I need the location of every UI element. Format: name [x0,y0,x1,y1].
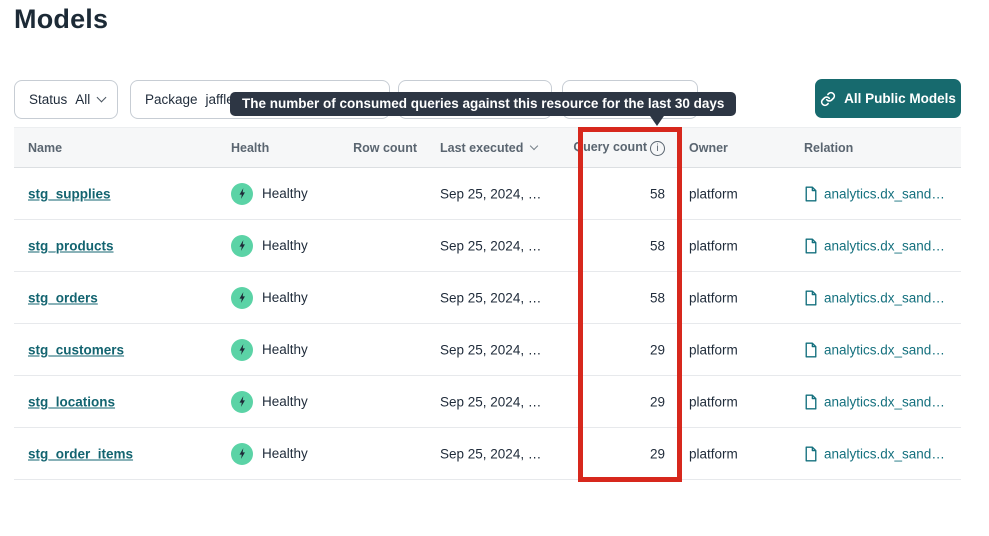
query-count-cell: 58 [554,238,665,253]
health-status-label: Healthy [262,290,308,305]
models-table: Name Health Row count Last executed Quer… [14,127,961,480]
model-name-link[interactable]: stg_order_items [28,446,133,461]
healthy-bolt-badge-icon [231,235,253,257]
query-count-cell: 58 [554,186,665,201]
health-status-label: Healthy [262,186,308,201]
package-filter-label: Package [145,92,198,107]
healthy-bolt-badge-icon [231,183,253,205]
sort-chevron-icon [530,142,538,150]
all-public-models-label: All Public Models [844,91,956,106]
model-name-link[interactable]: stg_locations [28,394,115,409]
health-cell: Healthy [231,443,351,465]
relation-label: analytics.dx_sand… [824,238,945,253]
all-public-models-button[interactable]: All Public Models [815,79,961,118]
healthy-bolt-badge-icon [231,443,253,465]
model-name-link[interactable]: stg_customers [28,342,124,357]
column-header-query-count: Query counti [554,140,665,156]
query-count-cell: 29 [554,394,665,409]
healthy-bolt-badge-icon [231,339,253,361]
owner-cell: platform [689,342,799,357]
document-icon [804,238,818,253]
health-status-label: Healthy [262,238,308,253]
chevron-down-icon [97,93,107,103]
model-name-link[interactable]: stg_orders [28,290,98,305]
document-icon [804,186,818,201]
query-count-cell: 29 [554,446,665,461]
owner-cell: platform [689,446,799,461]
relation-label: analytics.dx_sand… [824,186,945,201]
relation-label: analytics.dx_sand… [824,394,945,409]
table-row: stg_products Healthy Sep 25, 2024, … 58 … [14,220,961,272]
owner-cell: platform [689,394,799,409]
owner-cell: platform [689,290,799,305]
column-header-owner: Owner [689,141,799,155]
health-cell: Healthy [231,391,351,413]
relation-link[interactable]: analytics.dx_sand… [804,238,945,253]
model-name-link[interactable]: stg_products [28,238,114,253]
query-count-cell: 58 [554,290,665,305]
relation-label: analytics.dx_sand… [824,290,945,305]
document-icon [804,446,818,461]
table-header-row: Name Health Row count Last executed Quer… [14,127,961,168]
status-filter-dropdown[interactable]: Status All [14,80,118,119]
health-status-label: Healthy [262,394,308,409]
document-icon [804,394,818,409]
status-filter-value: All [75,92,90,107]
model-name-link[interactable]: stg_supplies [28,186,111,201]
column-header-name: Name [28,141,218,155]
column-header-relation: Relation [804,141,961,155]
relation-link[interactable]: analytics.dx_sand… [804,290,945,305]
relation-label: analytics.dx_sand… [824,446,945,461]
document-icon [804,290,818,305]
table-row: stg_order_items Healthy Sep 25, 2024, … … [14,428,961,480]
relation-link[interactable]: analytics.dx_sand… [804,394,945,409]
link-icon [820,91,836,107]
query-count-label: Query count [573,140,647,154]
health-cell: Healthy [231,235,351,257]
table-body: stg_supplies Healthy Sep 25, 2024, … 58 … [14,168,961,480]
last-executed-label: Last executed [440,141,523,155]
table-row: stg_orders Healthy Sep 25, 2024, … 58 pl… [14,272,961,324]
info-icon[interactable]: i [650,141,665,156]
health-status-label: Healthy [262,342,308,357]
status-filter-label: Status [29,92,67,107]
health-cell: Healthy [231,339,351,361]
table-row: stg_supplies Healthy Sep 25, 2024, … 58 … [14,168,961,220]
healthy-bolt-badge-icon [231,287,253,309]
relation-link[interactable]: analytics.dx_sand… [804,342,945,357]
relation-link[interactable]: analytics.dx_sand… [804,186,945,201]
relation-label: analytics.dx_sand… [824,342,945,357]
column-header-row-count: Row count [324,141,417,155]
tooltip-caret [648,113,666,126]
owner-cell: platform [689,186,799,201]
health-cell: Healthy [231,287,351,309]
query-count-cell: 29 [554,342,665,357]
table-row: stg_locations Healthy Sep 25, 2024, … 29… [14,376,961,428]
table-row: stg_customers Healthy Sep 25, 2024, … 29… [14,324,961,376]
relation-link[interactable]: analytics.dx_sand… [804,446,945,461]
health-status-label: Healthy [262,446,308,461]
health-cell: Healthy [231,183,351,205]
document-icon [804,342,818,357]
owner-cell: platform [689,238,799,253]
page-title: Models [14,4,108,35]
healthy-bolt-badge-icon [231,391,253,413]
